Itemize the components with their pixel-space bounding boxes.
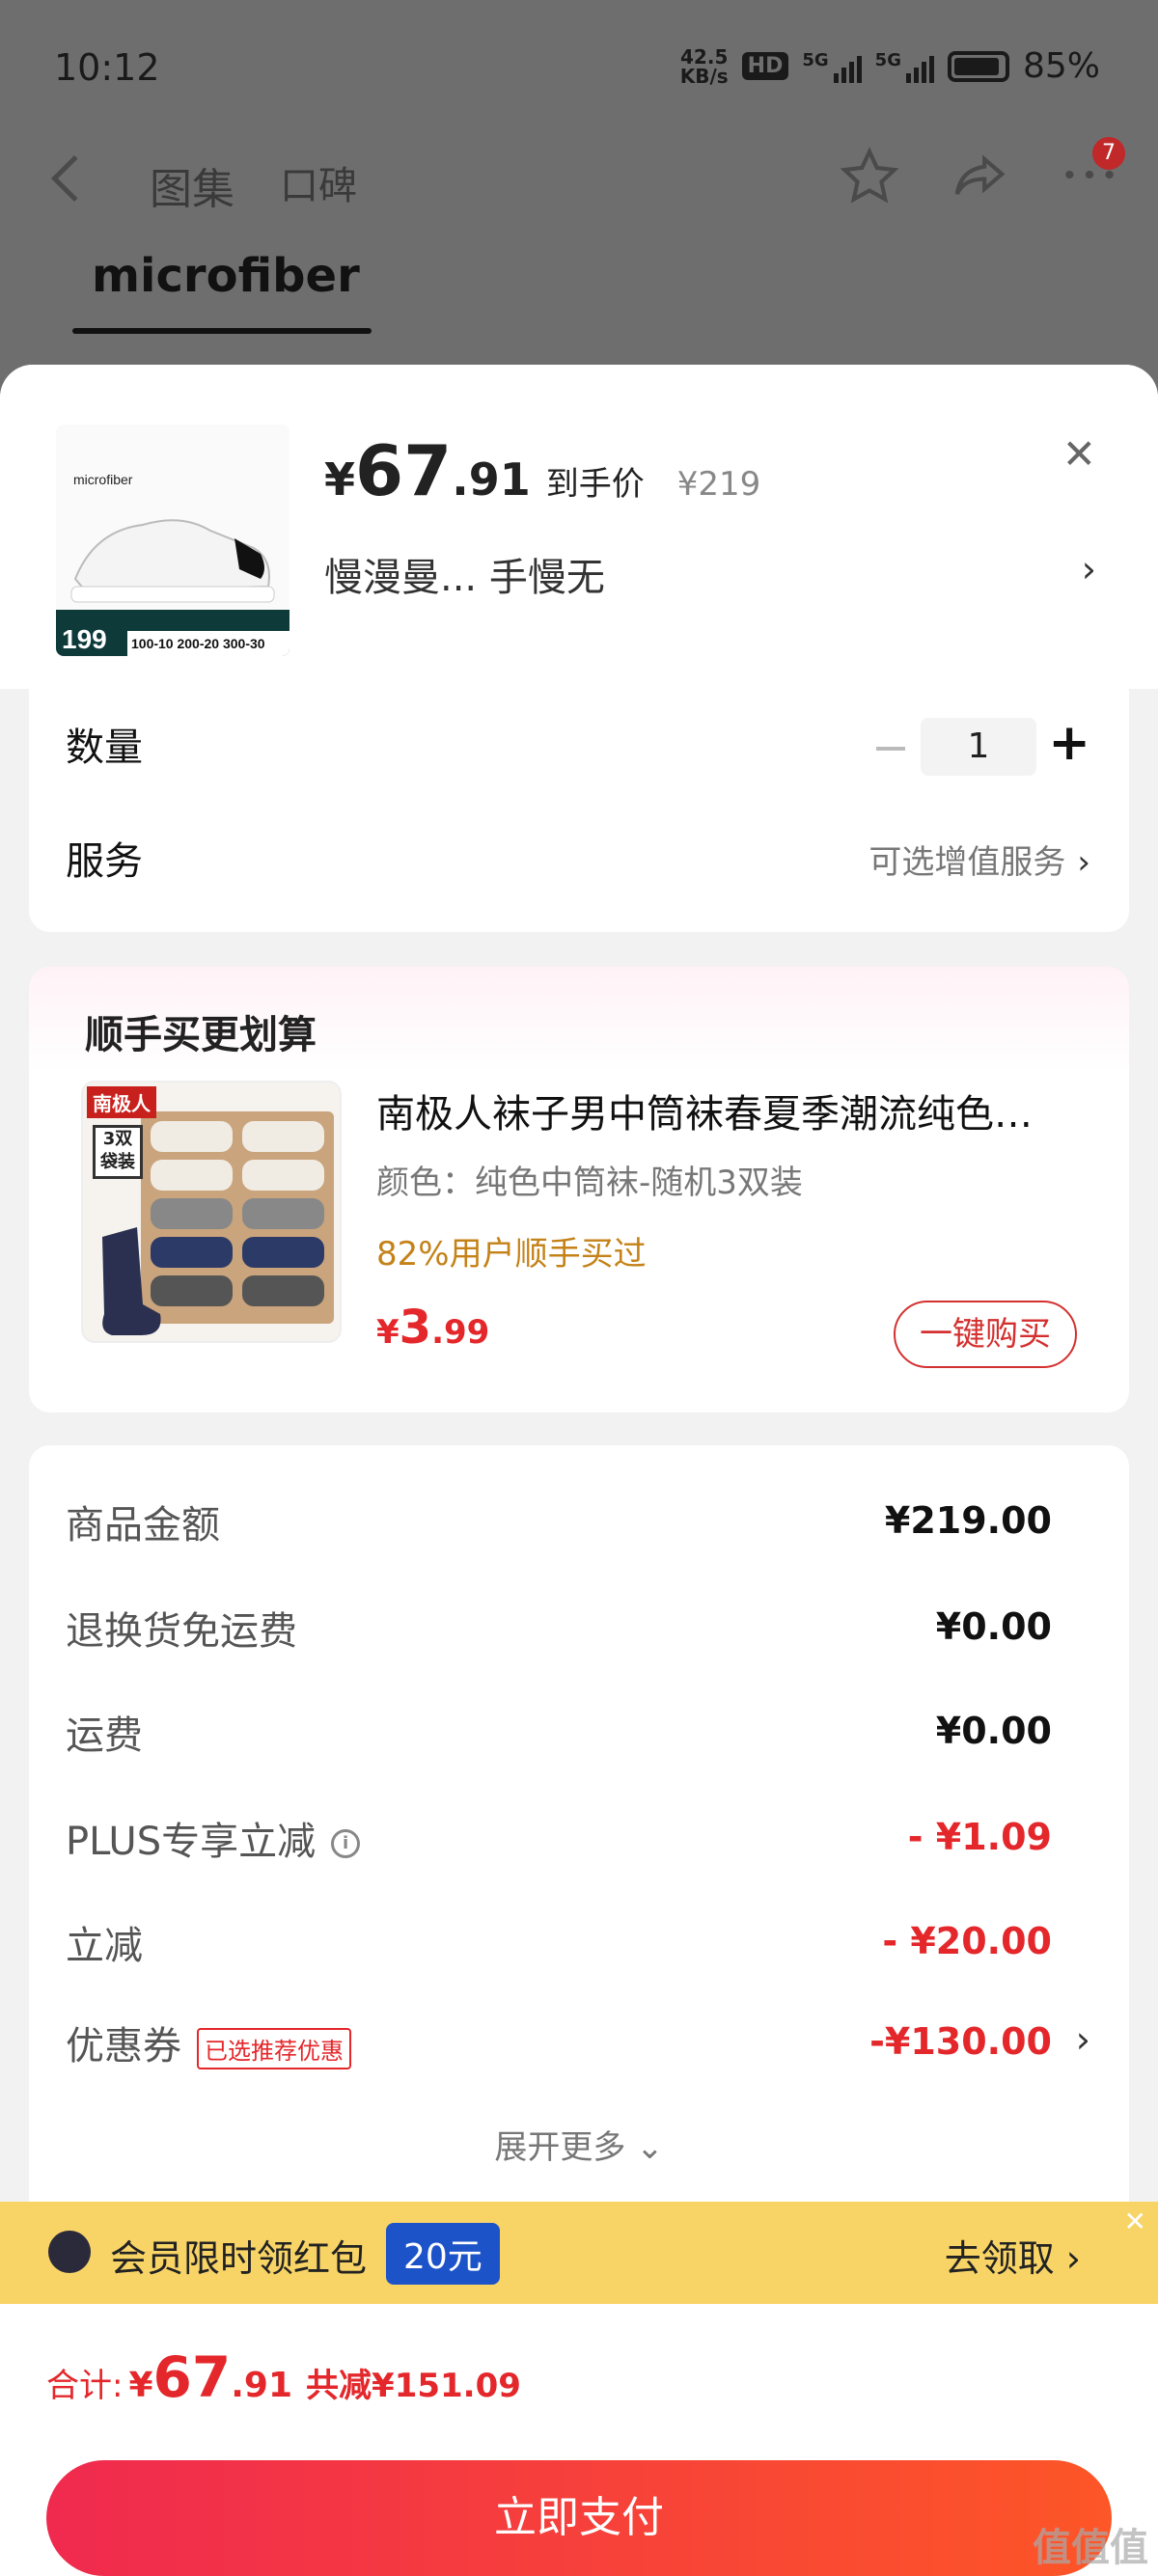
watermark: 值值值 — [1033, 2526, 1148, 2570]
shop-name[interactable]: 慢漫曼... 手慢无 — [324, 546, 605, 602]
minus-icon[interactable] — [876, 747, 905, 751]
checkout-footer: 合计: ¥67.91 共减¥151.09 立即支付 值值值 — [0, 2304, 1158, 2576]
options-card: 数量 1 + 服务 可选增值服务 › — [29, 689, 1129, 932]
star-icon[interactable] — [840, 147, 899, 206]
status-time: 10:12 — [54, 46, 160, 89]
net-speed: 42.5 KB/s — [679, 44, 729, 88]
price-label: 到手价 — [545, 465, 645, 504]
fee-summary-card: 商品金额 ¥219.00 退换货免运费 ¥0.00 运费 ¥0.00 PLUS专… — [29, 1445, 1129, 2314]
service-label: 服务 — [66, 839, 143, 884]
back-icon[interactable] — [50, 154, 98, 203]
fee-row: 退换货免运费 ¥0.00 — [66, 1605, 1052, 1654]
fee-row: 立减 - ¥20.00 — [66, 1920, 1052, 1968]
member-amount: 20元 — [386, 2223, 500, 2285]
recommend-hint: 82%用户顺手买过 — [376, 1235, 647, 1274]
svg-text:microfiber: microfiber — [73, 472, 133, 487]
recommend-price: ¥3.99 — [376, 1301, 490, 1355]
plus-icon[interactable]: + — [1048, 714, 1090, 772]
member-banner[interactable]: 会员限时领红包 20元 去领取 › ✕ — [0, 2202, 1158, 2304]
pack-label: 3双袋装 — [93, 1125, 143, 1179]
svg-text:199: 199 — [62, 624, 107, 654]
coupon-tag: 已选推荐优惠 — [197, 2027, 351, 2069]
one-click-buy-button[interactable]: 一键购买 — [894, 1301, 1077, 1368]
coupon-row[interactable]: 优惠券 已选推荐优惠 -¥130.00 › — [29, 2014, 1129, 2072]
final-price: ¥ 67 .91 到手价 ¥219 — [324, 430, 761, 511]
total-savings: 共减¥151.09 — [306, 2367, 521, 2405]
expand-more-button[interactable]: 展开更多 ⌄ — [29, 2121, 1129, 2168]
signal-icon: 5G — [802, 50, 862, 83]
status-bar: 10:12 42.5 KB/s HD 5G 5G 85% — [54, 46, 1100, 95]
pay-now-button[interactable]: 立即支付 — [46, 2460, 1112, 2576]
quantity-input[interactable]: 1 — [921, 718, 1036, 776]
close-icon[interactable]: ✕ — [1124, 2206, 1146, 2237]
product-header: microfiber 199 100-10 200-20 300-30 ¥ 67… — [0, 365, 1158, 689]
original-price: ¥219 — [676, 465, 761, 504]
background-page: 10:12 42.5 KB/s HD 5G 5G 85% 图集 口碑 7 mic… — [0, 0, 1158, 405]
top-navigation: 图集 口碑 7 — [48, 137, 1125, 222]
more-menu[interactable]: 7 — [1060, 137, 1125, 208]
brand-logo: 南极人 — [87, 1086, 156, 1118]
close-icon[interactable]: ✕ — [1062, 430, 1096, 478]
svg-text:100-10 200-20 300-30: 100-10 200-20 300-30 — [131, 636, 265, 651]
share-icon[interactable] — [950, 147, 1009, 206]
notification-badge: 7 — [1092, 137, 1125, 170]
recommend-product-color: 颜色：纯色中筒袜-随机3双装 — [376, 1164, 803, 1202]
member-icon — [48, 2231, 91, 2273]
member-text: 会员限时领红包 — [110, 2237, 368, 2280]
battery-icon — [947, 50, 1009, 82]
shoe-image: microfiber 199 100-10 200-20 300-30 — [56, 472, 290, 656]
socks-illustration — [102, 1111, 334, 1335]
info-icon[interactable]: i — [331, 1829, 361, 1858]
hd-icon: HD — [741, 52, 789, 80]
recommend-card: 顺手买更划算 南极人 3双袋装 南极人袜子男中筒袜春夏季潮流纯色… 颜色：纯色中… — [29, 967, 1129, 1412]
quantity-label: 数量 — [66, 726, 143, 770]
fee-row: 运费 ¥0.00 — [66, 1710, 1052, 1758]
claim-link[interactable]: 去领取 › — [945, 2229, 1081, 2282]
socks-image[interactable]: 南极人 3双袋装 — [81, 1081, 342, 1343]
background-title: microfiber — [92, 249, 360, 303]
battery-level: 85% — [1022, 46, 1100, 86]
fee-row: 商品金额 ¥219.00 — [66, 1499, 1052, 1548]
signal-icon: 5G — [875, 50, 934, 83]
chevron-right-icon[interactable]: › — [1082, 548, 1096, 590]
total-price: 合计: ¥67.91 共减¥151.09 — [46, 2344, 521, 2410]
service-selector[interactable]: 可选增值服务 › — [868, 836, 1090, 883]
chevron-right-icon: › — [1077, 843, 1090, 882]
recommend-product-name[interactable]: 南极人袜子男中筒袜春夏季潮流纯色… — [376, 1082, 1033, 1138]
recommend-title: 顺手买更划算 — [85, 1013, 317, 1057]
product-thumbnail[interactable]: microfiber 199 100-10 200-20 300-30 — [56, 425, 290, 656]
tab-gallery[interactable]: 图集 — [150, 154, 234, 216]
fee-row: PLUS专享立减 i - ¥1.09 — [66, 1816, 1052, 1864]
divider — [72, 328, 372, 334]
checkout-sheet: microfiber 199 100-10 200-20 300-30 ¥ 67… — [0, 365, 1158, 2576]
tab-reviews[interactable]: 口碑 — [280, 154, 357, 210]
chevron-right-icon: › — [1075, 2018, 1090, 2061]
